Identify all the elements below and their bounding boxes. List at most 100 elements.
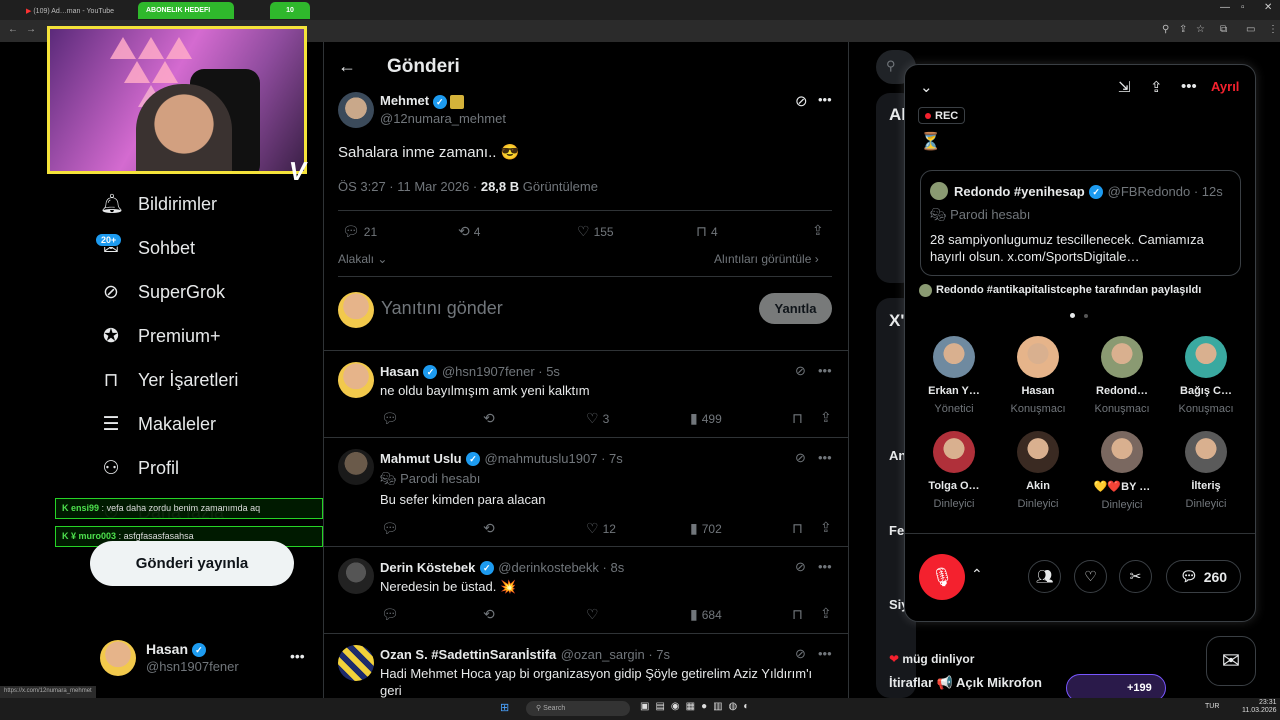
more-icon[interactable]: •••: [818, 559, 832, 574]
more-icon[interactable]: •••: [1181, 78, 1197, 95]
back-arrow-icon[interactable]: ←: [338, 56, 356, 77]
leave-space-button[interactable]: Ayrıl: [1211, 79, 1239, 94]
nav-premium[interactable]: ✪ Premium+: [100, 323, 221, 349]
share-icon[interactable]: ⇪: [820, 409, 832, 426]
nav-supergrok[interactable]: ⊘ SuperGrok: [100, 279, 225, 305]
like-button[interactable]: ♡ 12: [586, 520, 616, 537]
like-button[interactable]: ♡: [586, 606, 599, 623]
menu-icon[interactable]: ⋮: [1268, 24, 1278, 35]
grok-icon[interactable]: ⊘: [795, 450, 806, 466]
browser-tab[interactable]: ▶ (109) Ad…man - YouTube: [18, 2, 128, 19]
share-icon[interactable]: ⇪: [820, 519, 832, 536]
zoom-icon[interactable]: ⚲: [1162, 24, 1169, 35]
share-icon[interactable]: ⇪: [1150, 78, 1163, 96]
sort-relevant-dropdown[interactable]: Alakalı ⌄: [338, 252, 387, 266]
more-icon[interactable]: •••: [290, 648, 305, 664]
like-button[interactable]: ♡ 3: [586, 410, 609, 427]
reply-button[interactable]: 💬︎: [381, 520, 399, 537]
nav-articles[interactable]: ☰ Makaleler: [100, 411, 216, 437]
scissors-icon[interactable]: ✂: [1119, 560, 1152, 593]
back-icon[interactable]: ←: [8, 24, 18, 35]
more-icon[interactable]: •••: [818, 646, 832, 661]
space-participant[interactable]: Akin Dinleyici: [998, 431, 1078, 510]
grok-icon[interactable]: ⊘: [795, 92, 808, 110]
sidebar-icon[interactable]: ▭: [1246, 24, 1255, 35]
mic-muted-icon[interactable]: 🎙︎: [919, 554, 965, 600]
reply-header[interactable]: Ozan S. #SadettinSaranİstifa @ozan_sargi…: [380, 646, 670, 664]
tweet-author[interactable]: Mehmet ✓: [380, 93, 465, 109]
space-participant[interactable]: Bağış C… Konuşmacı: [1166, 336, 1246, 415]
chevron-up-icon[interactable]: ⌃: [971, 566, 983, 583]
repost-button[interactable]: ⟲: [483, 410, 495, 427]
minimize-space-icon[interactable]: ⇲: [1118, 78, 1131, 96]
browser-tab[interactable]: 10: [270, 2, 310, 19]
space-participant[interactable]: Erkan Y… Yönetici: [914, 336, 994, 415]
forward-icon[interactable]: →: [26, 24, 36, 35]
views-stat[interactable]: ▮ 684: [690, 606, 722, 623]
views-stat[interactable]: ▮ 499: [690, 410, 722, 427]
avatar[interactable]: [338, 362, 374, 398]
maximize-icon[interactable]: ▫: [1241, 2, 1245, 13]
more-icon[interactable]: •••: [818, 450, 832, 465]
tweet-handle[interactable]: @12numara_mehmet: [380, 111, 506, 126]
messages-icon[interactable]: ✉: [1206, 636, 1256, 686]
nav-bookmarks[interactable]: ⊓ Yer İşaretleri: [100, 367, 239, 393]
taskbar-search[interactable]: ⚲ Search: [526, 701, 630, 716]
space-participant[interactable]: Hasan Konuşmacı: [998, 336, 1078, 415]
star-icon[interactable]: ☆: [1196, 24, 1205, 35]
bookmark-button[interactable]: ⊓: [792, 520, 803, 537]
heart-plus-icon[interactable]: ♡: [1074, 560, 1107, 593]
close-icon[interactable]: ✕: [1264, 2, 1272, 13]
avatar: [1017, 336, 1059, 378]
grok-icon[interactable]: ⊘: [795, 646, 806, 662]
reply-submit-button[interactable]: Yanıtla: [759, 293, 832, 324]
comments-button[interactable]: 💬︎ 260: [1166, 560, 1241, 593]
space-participant[interactable]: İlteriş Dinleyici: [1166, 431, 1246, 510]
chevron-down-icon[interactable]: ⌄: [920, 78, 933, 96]
windows-start-icon[interactable]: ⊞: [500, 701, 509, 714]
extensions-icon[interactable]: ⧉: [1220, 24, 1227, 35]
share-icon[interactable]: ⇪: [812, 222, 824, 239]
space-title[interactable]: İtiraflar 📢 Açık Mikrofon: [889, 675, 1042, 691]
more-icon[interactable]: •••: [818, 92, 832, 107]
reply-button[interactable]: 💬︎: [381, 410, 399, 427]
bookmark-button[interactable]: ⊓: [792, 410, 803, 427]
avatar[interactable]: [338, 92, 374, 128]
minimize-icon[interactable]: —: [1220, 2, 1230, 13]
reply-header[interactable]: Mahmut Uslu ✓ @mahmutuslu1907 · 7s: [380, 450, 623, 468]
like-button[interactable]: ♡ 155: [577, 223, 614, 240]
share-icon[interactable]: ⇪: [820, 605, 832, 622]
reply-button[interactable]: 💬︎ 21: [342, 223, 377, 240]
grok-icon[interactable]: ⊘: [795, 559, 806, 575]
more-icon[interactable]: •••: [818, 363, 832, 378]
reply-button[interactable]: 💬︎: [381, 606, 399, 623]
avatar[interactable]: [100, 640, 136, 676]
avatar[interactable]: [338, 449, 374, 485]
reply-input[interactable]: Yanıtını gönder: [381, 298, 503, 319]
nav-profile[interactable]: ⚇ Profil: [100, 455, 179, 481]
page-dot[interactable]: [1084, 314, 1088, 318]
space-participant[interactable]: Redond… Konuşmacı: [1082, 336, 1162, 415]
people-icon[interactable]: 👥︎: [1028, 560, 1061, 593]
browser-tab-active[interactable]: ABONELIK HEDEFI: [138, 2, 234, 19]
reply-header[interactable]: Hasan ✓ @hsn1907fener · 5s: [380, 363, 560, 381]
share-icon[interactable]: ⇪: [1179, 24, 1187, 35]
reply-header[interactable]: Derin Köstebek ✓ @derinkostebekk · 8s: [380, 559, 624, 577]
space-participant[interactable]: Tolga O… Dinleyici: [914, 431, 994, 510]
page-dot[interactable]: [1070, 313, 1075, 318]
post-button[interactable]: Gönderi yayınla: [90, 541, 294, 586]
bookmark-button[interactable]: ⊓ 4: [696, 223, 718, 240]
bookmark-button[interactable]: ⊓: [792, 606, 803, 623]
repost-button[interactable]: ⟲ 4: [458, 223, 480, 240]
views-stat[interactable]: ▮ 702: [690, 520, 722, 537]
view-quotes-link[interactable]: Alıntıları görüntüle ›: [714, 252, 819, 266]
space-participant[interactable]: 💛❤️BY … Dinleyici: [1082, 431, 1162, 511]
repost-button[interactable]: ⟲: [483, 606, 495, 623]
avatar[interactable]: [338, 645, 374, 681]
nav-notifications[interactable]: 🔔︎ Bildirimler: [100, 191, 217, 217]
taskbar-apps[interactable]: ▣▤◉▦●▥◍◐: [640, 701, 755, 712]
grok-icon[interactable]: ⊘: [795, 363, 806, 379]
repost-button[interactable]: ⟲: [483, 520, 495, 537]
participant-role: Dinleyici: [1185, 498, 1227, 510]
avatar[interactable]: [338, 558, 374, 594]
